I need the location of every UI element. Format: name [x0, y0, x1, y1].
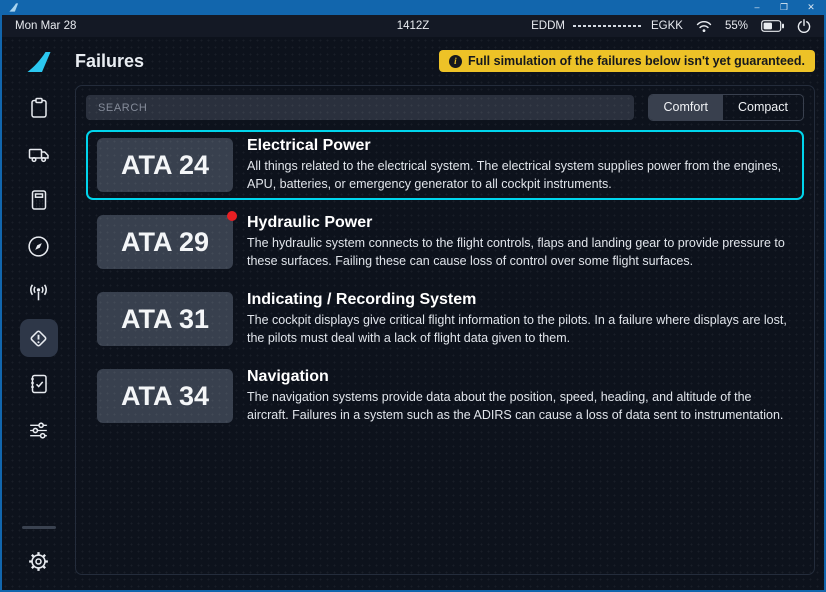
efb-statusbar: Mon Mar 28 1412Z EDDM EGKK 55%: [2, 15, 824, 37]
broadcast-icon: [26, 280, 51, 305]
os-titlebar: – ❐ ✕: [0, 0, 826, 15]
ata-badge: ATA 31: [97, 292, 233, 346]
failure-category-description: The navigation systems provide data abou…: [247, 389, 793, 425]
compass-icon: [26, 234, 51, 259]
sliders-icon: [26, 418, 51, 443]
failure-category-description: All things related to the electrical sys…: [247, 158, 793, 194]
failure-card-text: Indicating / Recording System The cockpi…: [247, 291, 793, 348]
sidebar-item-dashboard[interactable]: [20, 89, 58, 127]
sidebar-item-checklists[interactable]: [20, 365, 58, 403]
ata-badge: ATA 24: [97, 138, 233, 192]
search-input[interactable]: [86, 95, 634, 120]
ata-badge: ATA 29: [97, 215, 233, 269]
clipboard-icon: [27, 96, 51, 120]
warning-banner-text: Full simulation of the failures below is…: [468, 54, 805, 68]
sidebar-item-performance[interactable]: [20, 181, 58, 219]
window-minimize-button[interactable]: –: [748, 0, 766, 15]
failure-category-description: The cockpit displays give critical fligh…: [247, 312, 793, 348]
view-mode-compact[interactable]: Compact: [723, 95, 803, 120]
failure-card[interactable]: ATA 34 Navigation The navigation systems…: [86, 361, 804, 431]
failures-panel: Comfort Compact ATA 24 Electrical Power …: [75, 85, 815, 575]
failure-card-text: Hydraulic Power The hydraulic system con…: [247, 214, 793, 271]
failure-card[interactable]: ATA 31 Indicating / Recording System The…: [86, 284, 804, 354]
failures-toolbar: Comfort Compact: [86, 94, 804, 121]
sidebar-item-dispatch[interactable]: [20, 135, 58, 173]
journal-check-icon: [27, 372, 51, 396]
active-failure-dot: [227, 211, 237, 221]
sidebar-item-failures[interactable]: [20, 319, 58, 357]
ata-code: ATA 29: [121, 227, 209, 258]
app-window: – ❐ ✕ Mon Mar 28 1412Z EDDM EGKK 55%: [0, 0, 826, 592]
failure-card-text: Navigation The navigation systems provid…: [247, 368, 793, 425]
failure-category-title: Navigation: [247, 368, 793, 386]
truck-icon: [27, 142, 51, 166]
page-header: Failures i Full simulation of the failur…: [75, 37, 815, 85]
failure-category-description: The hydraulic system connects to the fli…: [247, 235, 793, 271]
exclamation-diamond-icon: [26, 326, 51, 351]
info-icon: i: [449, 55, 462, 68]
failure-card[interactable]: ATA 24 Electrical Power All things relat…: [86, 130, 804, 200]
view-mode-comfort[interactable]: Comfort: [649, 95, 723, 120]
warning-banner: i Full simulation of the failures below …: [439, 50, 815, 72]
ata-code: ATA 24: [121, 150, 209, 181]
flybywire-logo: [26, 51, 52, 73]
failure-card-text: Electrical Power All things related to t…: [247, 137, 793, 194]
failure-category-title: Indicating / Recording System: [247, 291, 793, 309]
sidebar-divider: [22, 526, 56, 529]
page-title: Failures: [75, 51, 144, 72]
ata-badge: ATA 34: [97, 369, 233, 423]
status-time-utc: 1412Z: [2, 20, 824, 32]
failure-category-title: Hydraulic Power: [247, 214, 793, 232]
sidebar-item-presets[interactable]: [20, 411, 58, 449]
failure-card[interactable]: ATA 29 Hydraulic Power The hydraulic sys…: [86, 207, 804, 277]
view-mode-toggle: Comfort Compact: [648, 94, 804, 121]
ata-code: ATA 34: [121, 381, 209, 412]
sidebar-item-atc[interactable]: [20, 273, 58, 311]
calculator-icon: [27, 188, 51, 212]
ata-code: ATA 31: [121, 304, 209, 335]
app-icon: [8, 2, 19, 13]
gear-icon: [26, 549, 51, 574]
failure-category-title: Electrical Power: [247, 137, 793, 155]
sidebar-item-settings[interactable]: [20, 542, 58, 580]
sidebar-item-navigation[interactable]: [20, 227, 58, 265]
sidebar-nav: [2, 37, 75, 590]
failure-card-list: ATA 24 Electrical Power All things relat…: [86, 130, 804, 566]
window-close-button[interactable]: ✕: [802, 0, 820, 15]
window-maximize-button[interactable]: ❐: [775, 0, 793, 15]
